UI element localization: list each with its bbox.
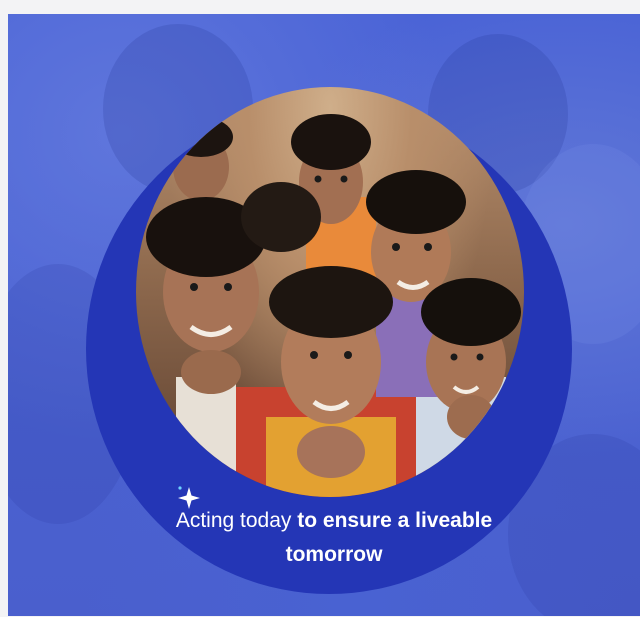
headline-bold: to ensure a liveable tomorrow	[285, 509, 493, 566]
hero-headline: Acting today to ensure a liveable tomorr…	[148, 504, 520, 572]
headline-regular: Acting today	[175, 509, 292, 532]
hero-banner: Acting today to ensure a liveable tomorr…	[8, 14, 640, 616]
hero-photo	[136, 87, 524, 497]
